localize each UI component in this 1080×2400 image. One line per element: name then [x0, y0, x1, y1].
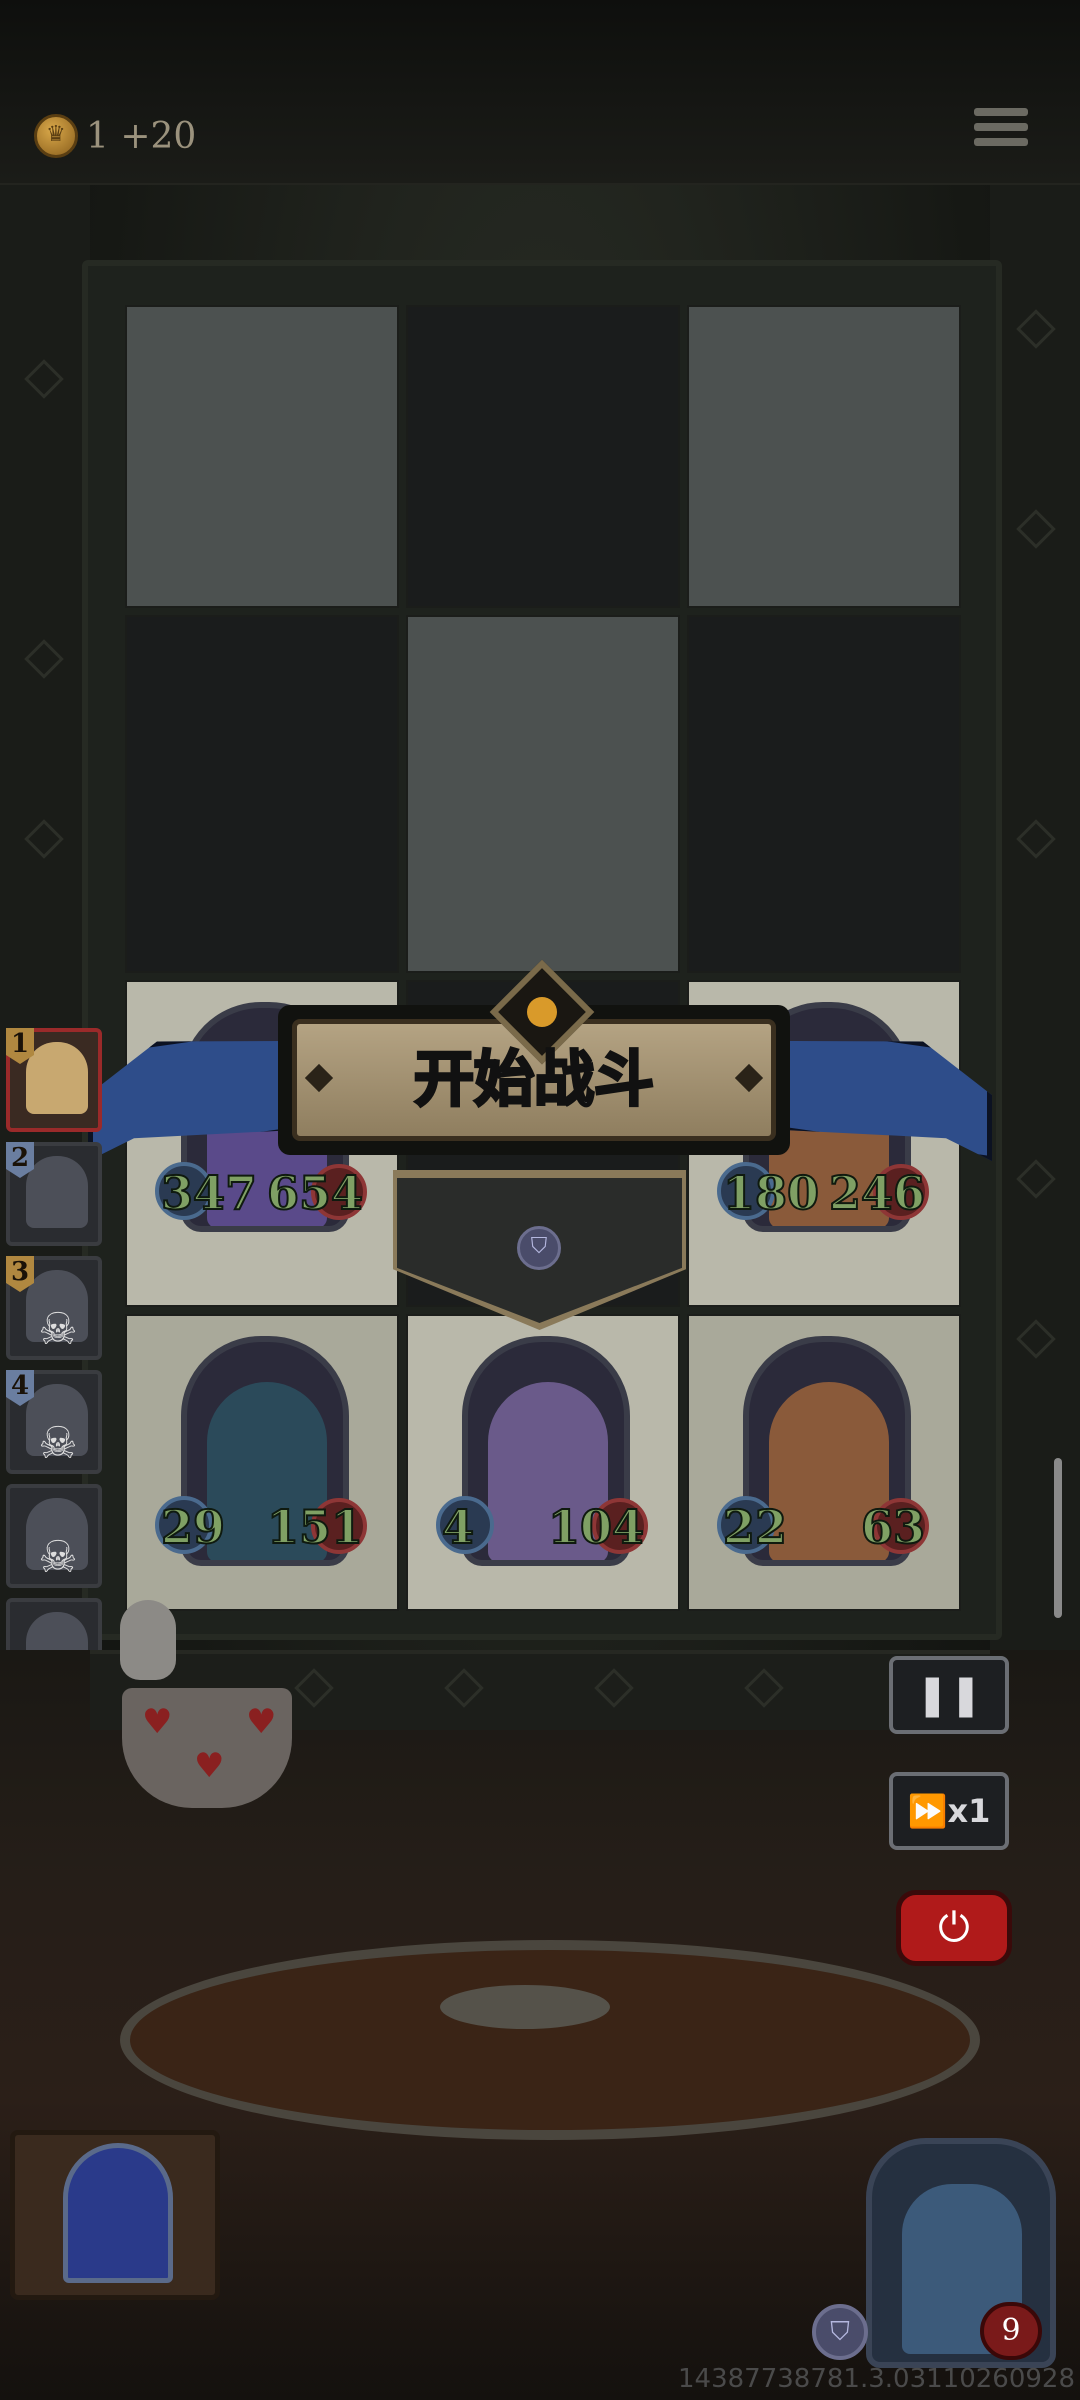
- power-button[interactable]: ⏻: [896, 1890, 1012, 1966]
- roulette-wheel: [120, 1940, 980, 2140]
- teacup: ♥ ♥ ♥: [122, 1688, 292, 1808]
- gold-counter: 1 +20: [34, 114, 196, 158]
- pause-button[interactable]: ❚❚: [889, 1656, 1009, 1734]
- blonde-hero-icon: [26, 1042, 88, 1114]
- grid-cell-ally-6[interactable]: 22 63: [687, 1314, 961, 1611]
- grid-cell-ally-4[interactable]: 29 151: [125, 1314, 399, 1611]
- scroll-indicator[interactable]: [1054, 1458, 1062, 1618]
- turn-queue-item[interactable]: 2: [6, 1142, 102, 1246]
- unit-attack: 29: [160, 1499, 226, 1555]
- start-battle-title: 开始战斗: [413, 1044, 656, 1117]
- unit-health: 151: [266, 1499, 364, 1555]
- grid-cell-enemy-5[interactable]: [406, 615, 680, 973]
- grid-cell-ally-5[interactable]: 4 104: [406, 1314, 680, 1611]
- rabbit-figurine: [120, 1600, 176, 1680]
- skull-icon: ☠: [38, 1304, 78, 1355]
- turn-queue-item[interactable]: ☠ 4: [6, 1370, 102, 1474]
- unit-card[interactable]: 29 151: [155, 1336, 367, 1586]
- unit-attack: 4: [441, 1499, 475, 1555]
- unit-health: 104: [547, 1499, 645, 1555]
- grid-cell-enemy-2[interactable]: [406, 305, 680, 608]
- unit-card[interactable]: 4 104: [436, 1336, 648, 1586]
- grid-cell-enemy-3[interactable]: [687, 305, 961, 608]
- player-shield-icon: ⛉: [812, 2304, 868, 2360]
- player-lives-heart: 9: [980, 2302, 1042, 2360]
- unit-card[interactable]: 22 63: [717, 1336, 929, 1586]
- build-id: 14387738781.3.03110260928: [678, 2364, 1075, 2394]
- grid-cell-enemy-4[interactable]: [125, 615, 399, 973]
- turn-queue-item[interactable]: ☠ 3: [6, 1256, 102, 1360]
- unit-attack: 22: [722, 1499, 788, 1555]
- grid-cell-enemy-6[interactable]: [687, 615, 961, 973]
- shadow-hero-icon: [63, 2143, 173, 2283]
- start-battle-banner: 开始战斗: [70, 959, 1010, 1175]
- ribbon-right: [762, 1019, 992, 1161]
- top-hud: 1 +20: [0, 0, 1080, 185]
- battle-grid: 347 654 180 246 29 151 4 104 22 63: [125, 305, 961, 1611]
- skull-icon: ☠: [38, 1418, 78, 1469]
- shield-icon: ⛉: [517, 1226, 561, 1270]
- unit-health: 63: [860, 1499, 926, 1555]
- enemy-hero-frame[interactable]: [10, 2130, 220, 2300]
- crown-coin-icon: [34, 114, 78, 158]
- hamburger-menu-icon[interactable]: [974, 108, 1028, 160]
- gold-amount: 1 +20: [86, 115, 197, 157]
- skull-icon: ☠: [38, 1532, 78, 1583]
- speed-toggle-button[interactable]: ⏩x1: [889, 1772, 1009, 1850]
- game-scene: 1 +20 347654 180246 29151 4104 2263 ⛉: [0, 0, 1080, 2400]
- roulette-hub: [440, 1985, 610, 2029]
- grid-cell-enemy-1[interactable]: [125, 305, 399, 608]
- right-wall: [990, 185, 1080, 1685]
- turn-queue-item[interactable]: 1: [6, 1028, 102, 1132]
- turn-queue-item[interactable]: ☠: [6, 1484, 102, 1588]
- blue-ghost-icon: [26, 1156, 88, 1228]
